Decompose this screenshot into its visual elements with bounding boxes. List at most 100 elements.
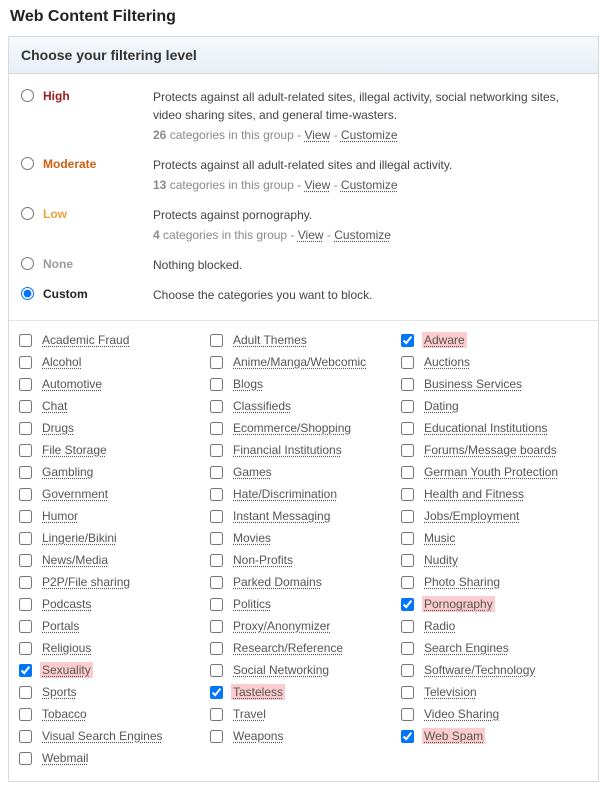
category-label-tasteless[interactable]: Tasteless xyxy=(231,684,285,700)
category-label-social-networking[interactable]: Social Networking xyxy=(231,662,331,678)
category-checkbox-sports[interactable] xyxy=(19,686,32,699)
level-customize-link-low[interactable]: Customize xyxy=(334,228,391,242)
category-label-blogs[interactable]: Blogs xyxy=(231,376,265,392)
level-customize-link-high[interactable]: Customize xyxy=(341,128,398,142)
category-checkbox-lingerie-bikini[interactable] xyxy=(19,532,32,545)
category-checkbox-gambling[interactable] xyxy=(19,466,32,479)
category-checkbox-travel[interactable] xyxy=(210,708,223,721)
category-label-portals[interactable]: Portals xyxy=(40,618,81,634)
category-checkbox-automotive[interactable] xyxy=(19,378,32,391)
category-checkbox-pornography[interactable] xyxy=(401,598,414,611)
category-checkbox-academic-fraud[interactable] xyxy=(19,334,32,347)
category-checkbox-tasteless[interactable] xyxy=(210,686,223,699)
category-checkbox-news-media[interactable] xyxy=(19,554,32,567)
category-checkbox-parked-domains[interactable] xyxy=(210,576,223,589)
category-checkbox-health-and-fitness[interactable] xyxy=(401,488,414,501)
category-label-religious[interactable]: Religious xyxy=(40,640,93,656)
category-label-gambling[interactable]: Gambling xyxy=(40,464,95,480)
category-label-ecommerce-shopping[interactable]: Ecommerce/Shopping xyxy=(231,420,353,436)
category-label-tobacco[interactable]: Tobacco xyxy=(40,706,89,722)
category-checkbox-visual-search-engines[interactable] xyxy=(19,730,32,743)
category-label-parked-domains[interactable]: Parked Domains xyxy=(231,574,324,590)
category-label-forums-message-boards[interactable]: Forums/Message boards xyxy=(422,442,559,458)
category-checkbox-forums-message-boards[interactable] xyxy=(401,444,414,457)
category-label-instant-messaging[interactable]: Instant Messaging xyxy=(231,508,332,524)
level-view-link-moderate[interactable]: View xyxy=(304,178,330,192)
category-checkbox-tobacco[interactable] xyxy=(19,708,32,721)
category-label-movies[interactable]: Movies xyxy=(231,530,273,546)
category-label-auctions[interactable]: Auctions xyxy=(422,354,472,370)
level-radio-none[interactable] xyxy=(21,257,34,270)
category-label-politics[interactable]: Politics xyxy=(231,596,273,612)
category-checkbox-german-youth-protection[interactable] xyxy=(401,466,414,479)
category-checkbox-software-technology[interactable] xyxy=(401,664,414,677)
category-checkbox-non-profits[interactable] xyxy=(210,554,223,567)
category-checkbox-business-services[interactable] xyxy=(401,378,414,391)
category-label-weapons[interactable]: Weapons xyxy=(231,728,285,744)
category-checkbox-politics[interactable] xyxy=(210,598,223,611)
category-checkbox-p2p-file-sharing[interactable] xyxy=(19,576,32,589)
category-label-business-services[interactable]: Business Services xyxy=(422,376,524,392)
level-view-link-high[interactable]: View xyxy=(304,128,330,142)
level-radio-high[interactable] xyxy=(21,89,34,102)
category-checkbox-government[interactable] xyxy=(19,488,32,501)
level-radio-moderate[interactable] xyxy=(21,157,34,170)
category-label-health-and-fitness[interactable]: Health and Fitness xyxy=(422,486,526,502)
category-label-government[interactable]: Government xyxy=(40,486,110,502)
category-label-automotive[interactable]: Automotive xyxy=(40,376,104,392)
category-checkbox-educational-institutions[interactable] xyxy=(401,422,414,435)
category-checkbox-classifieds[interactable] xyxy=(210,400,223,413)
category-label-adult-themes[interactable]: Adult Themes xyxy=(231,332,309,348)
category-label-proxy-anonymizer[interactable]: Proxy/Anonymizer xyxy=(231,618,332,634)
category-label-dating[interactable]: Dating xyxy=(422,398,461,414)
category-label-pornography[interactable]: Pornography xyxy=(422,596,495,612)
category-checkbox-television[interactable] xyxy=(401,686,414,699)
category-checkbox-webmail[interactable] xyxy=(19,752,32,765)
category-label-web-spam[interactable]: Web Spam xyxy=(422,728,485,744)
category-checkbox-radio[interactable] xyxy=(401,620,414,633)
level-customize-link-moderate[interactable]: Customize xyxy=(341,178,398,192)
category-label-german-youth-protection[interactable]: German Youth Protection xyxy=(422,464,560,480)
category-checkbox-video-sharing[interactable] xyxy=(401,708,414,721)
category-checkbox-auctions[interactable] xyxy=(401,356,414,369)
category-checkbox-religious[interactable] xyxy=(19,642,32,655)
category-label-travel[interactable]: Travel xyxy=(231,706,268,722)
category-label-p2p-file-sharing[interactable]: P2P/File sharing xyxy=(40,574,132,590)
category-label-music[interactable]: Music xyxy=(422,530,457,546)
category-checkbox-proxy-anonymizer[interactable] xyxy=(210,620,223,633)
category-label-podcasts[interactable]: Podcasts xyxy=(40,596,93,612)
category-label-sexuality[interactable]: Sexuality xyxy=(40,662,93,678)
category-checkbox-search-engines[interactable] xyxy=(401,642,414,655)
category-checkbox-movies[interactable] xyxy=(210,532,223,545)
category-label-news-media[interactable]: News/Media xyxy=(40,552,110,568)
category-checkbox-hate-discrimination[interactable] xyxy=(210,488,223,501)
category-checkbox-web-spam[interactable] xyxy=(401,730,414,743)
category-label-educational-institutions[interactable]: Educational Institutions xyxy=(422,420,549,436)
category-checkbox-blogs[interactable] xyxy=(210,378,223,391)
category-label-sports[interactable]: Sports xyxy=(40,684,79,700)
category-label-jobs-employment[interactable]: Jobs/Employment xyxy=(422,508,521,524)
category-label-radio[interactable]: Radio xyxy=(422,618,457,634)
category-label-alcohol[interactable]: Alcohol xyxy=(40,354,83,370)
category-label-chat[interactable]: Chat xyxy=(40,398,69,414)
category-checkbox-photo-sharing[interactable] xyxy=(401,576,414,589)
category-label-financial-institutions[interactable]: Financial Institutions xyxy=(231,442,344,458)
level-radio-custom[interactable] xyxy=(21,287,34,300)
category-checkbox-drugs[interactable] xyxy=(19,422,32,435)
category-label-non-profits[interactable]: Non-Profits xyxy=(231,552,295,568)
category-checkbox-humor[interactable] xyxy=(19,510,32,523)
category-label-academic-fraud[interactable]: Academic Fraud xyxy=(40,332,131,348)
category-checkbox-dating[interactable] xyxy=(401,400,414,413)
category-label-software-technology[interactable]: Software/Technology xyxy=(422,662,537,678)
category-checkbox-anime-manga-webcomic[interactable] xyxy=(210,356,223,369)
category-label-video-sharing[interactable]: Video Sharing xyxy=(422,706,501,722)
category-checkbox-instant-messaging[interactable] xyxy=(210,510,223,523)
category-label-hate-discrimination[interactable]: Hate/Discrimination xyxy=(231,486,339,502)
category-label-file-storage[interactable]: File Storage xyxy=(40,442,109,458)
category-checkbox-alcohol[interactable] xyxy=(19,356,32,369)
category-label-visual-search-engines[interactable]: Visual Search Engines xyxy=(40,728,165,744)
level-view-link-low[interactable]: View xyxy=(298,228,324,242)
category-checkbox-research-reference[interactable] xyxy=(210,642,223,655)
category-checkbox-financial-institutions[interactable] xyxy=(210,444,223,457)
category-label-games[interactable]: Games xyxy=(231,464,274,480)
